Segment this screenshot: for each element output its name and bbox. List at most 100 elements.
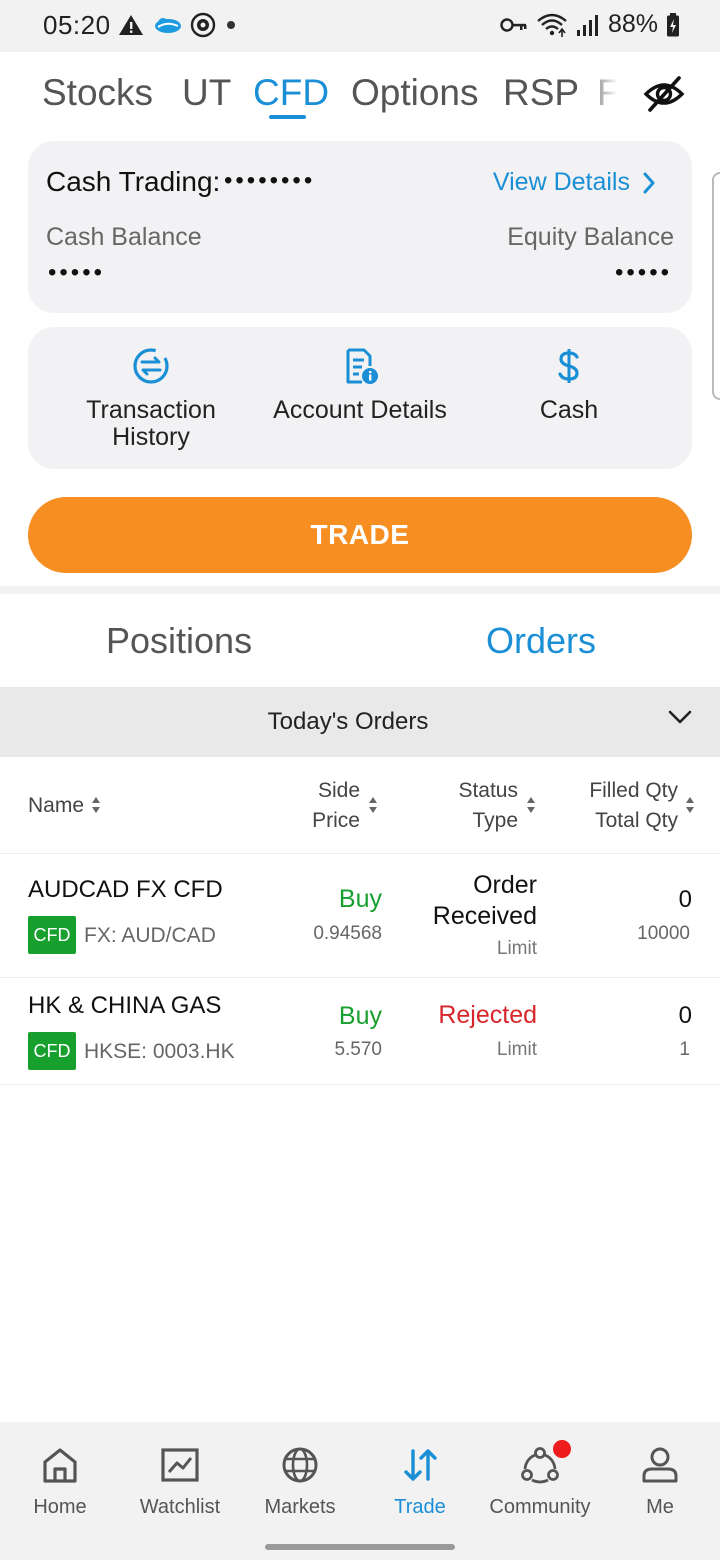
order-price: 0.94568 <box>313 923 382 944</box>
hide-balance-button[interactable] <box>642 74 688 116</box>
status-time: 05:20 <box>43 10 111 40</box>
transaction-history-button[interactable]: Transaction History <box>56 345 246 451</box>
header-name[interactable]: Name <box>28 791 84 820</box>
market-symbol: FX: AUD/CAD <box>84 924 216 947</box>
nav-trade-label: Trade <box>394 1496 446 1518</box>
equity-balance-label: Equity Balance <box>507 223 674 251</box>
product-tabs: Stocks UT CFD Options RSP F <box>0 52 720 136</box>
cash-balance-value: ••••• <box>48 259 106 286</box>
dollar-icon <box>558 349 579 383</box>
nav-trade[interactable]: Trade <box>360 1442 480 1519</box>
key-icon <box>500 17 527 32</box>
account-details-label: Account Details <box>273 396 447 424</box>
order-row[interactable]: HK & CHINA GAS CFD HKSE: 0003.HK Buy 5.5… <box>0 978 720 1085</box>
user-icon <box>642 1447 678 1483</box>
filled-qty: 0 <box>678 1002 692 1029</box>
sort-qty-icon[interactable] <box>685 795 695 815</box>
compass-icon <box>190 12 216 38</box>
cloud-icon <box>155 18 181 33</box>
dot-icon <box>227 21 235 29</box>
globe-icon <box>282 1447 318 1483</box>
bottom-navigation: Home Watchlist Markets Trade Community M… <box>0 1422 720 1560</box>
instrument-name: AUDCAD FX CFD <box>28 876 223 903</box>
instrument-name: HK & CHINA GAS <box>28 992 222 1019</box>
nav-markets[interactable]: Markets <box>240 1442 360 1519</box>
tab-orders[interactable]: Orders <box>486 620 596 662</box>
orders-filter-label: Today's Orders <box>267 708 429 735</box>
order-side: Buy <box>338 885 382 913</box>
nav-watchlist[interactable]: Watchlist <box>120 1442 240 1519</box>
orders-table-header: Name Side Price Status Type Filled Qty T… <box>0 757 720 854</box>
document-info-icon <box>346 348 378 384</box>
tab-cfd[interactable]: CFD <box>253 72 329 114</box>
header-status[interactable]: Status <box>458 776 518 805</box>
total-qty: 1 <box>679 1039 690 1060</box>
quick-actions-card: Transaction History Account Details Cash <box>28 327 692 469</box>
cfd-badge: CFD <box>28 1032 76 1070</box>
equity-balance-value: ••••• <box>614 259 672 286</box>
eye-off-icon <box>643 76 685 112</box>
nav-community-label: Community <box>489 1496 591 1518</box>
watchlist-icon <box>161 1448 199 1482</box>
active-tab-indicator <box>269 115 306 119</box>
tab-positions[interactable]: Positions <box>106 620 252 662</box>
account-details-button[interactable]: Account Details <box>265 345 455 424</box>
nav-markets-label: Markets <box>264 1496 336 1518</box>
nav-watchlist-label: Watchlist <box>139 1496 221 1518</box>
cfd-badge: CFD <box>28 916 76 954</box>
nav-home-label: Home <box>33 1496 87 1518</box>
account-title: Cash Trading: <box>46 166 221 197</box>
trade-button[interactable]: TRADE <box>28 497 692 573</box>
nav-me[interactable]: Me <box>600 1442 720 1519</box>
tab-overflow-fade <box>590 52 636 136</box>
battery-percent: 88% <box>607 10 658 38</box>
cash-trading-card: Cash Trading: •••••••• View Details Cash… <box>28 141 692 313</box>
transaction-history-label: Transaction History <box>86 396 216 451</box>
header-price[interactable]: Price <box>312 806 360 835</box>
sort-side-icon[interactable] <box>368 795 378 815</box>
section-divider <box>0 586 720 594</box>
status-icons-right: 88% <box>500 10 680 39</box>
header-filled-qty[interactable]: Filled Qty <box>589 776 678 805</box>
tab-options[interactable]: Options <box>351 72 479 114</box>
orders-filter-dropdown[interactable]: Today's Orders <box>0 687 720 757</box>
order-side: Buy <box>338 1002 382 1030</box>
signal-icon <box>576 14 598 36</box>
home-indicator[interactable] <box>265 1544 455 1550</box>
sort-status-icon[interactable] <box>526 795 536 815</box>
cash-button[interactable]: Cash <box>474 345 664 424</box>
transfer-icon <box>133 348 169 384</box>
header-total-qty[interactable]: Total Qty <box>595 806 678 835</box>
order-type: Limit <box>496 938 537 959</box>
order-status-line1: Order <box>473 871 537 899</box>
alert-icon <box>119 15 143 35</box>
masked-account-number: •••••••• <box>224 167 316 194</box>
view-details-link[interactable]: View Details <box>493 168 656 197</box>
chevron-down-icon <box>668 710 692 724</box>
cash-label: Cash <box>539 396 599 424</box>
total-qty: 10000 <box>637 923 690 944</box>
sort-name-icon[interactable] <box>91 795 101 815</box>
filled-qty: 0 <box>678 886 692 913</box>
status-bar: 05:20 88% <box>0 0 720 52</box>
header-type[interactable]: Type <box>472 806 518 835</box>
header-side[interactable]: Side <box>318 776 360 805</box>
side-drawer-handle[interactable] <box>712 172 720 400</box>
notification-dot <box>553 1440 571 1458</box>
wifi-icon <box>537 13 567 37</box>
status-icons-left <box>118 12 238 38</box>
order-status: Rejected <box>438 1001 537 1029</box>
tab-ut[interactable]: UT <box>182 72 231 114</box>
tab-stocks[interactable]: Stocks <box>42 72 153 114</box>
chevron-right-icon <box>643 172 655 193</box>
nav-home[interactable]: Home <box>0 1442 120 1519</box>
order-status-line2: Received <box>432 902 537 930</box>
cash-balance-label: Cash Balance <box>46 223 202 251</box>
tab-rsp[interactable]: RSP <box>503 72 579 114</box>
order-price: 5.570 <box>334 1039 382 1060</box>
order-type: Limit <box>496 1039 537 1060</box>
order-row[interactable]: AUDCAD FX CFD CFD FX: AUD/CAD Buy 0.9456… <box>0 855 720 978</box>
trade-arrows-icon <box>404 1449 437 1481</box>
view-details-label: View Details <box>492 168 630 196</box>
nav-community[interactable]: Community <box>480 1440 600 1519</box>
